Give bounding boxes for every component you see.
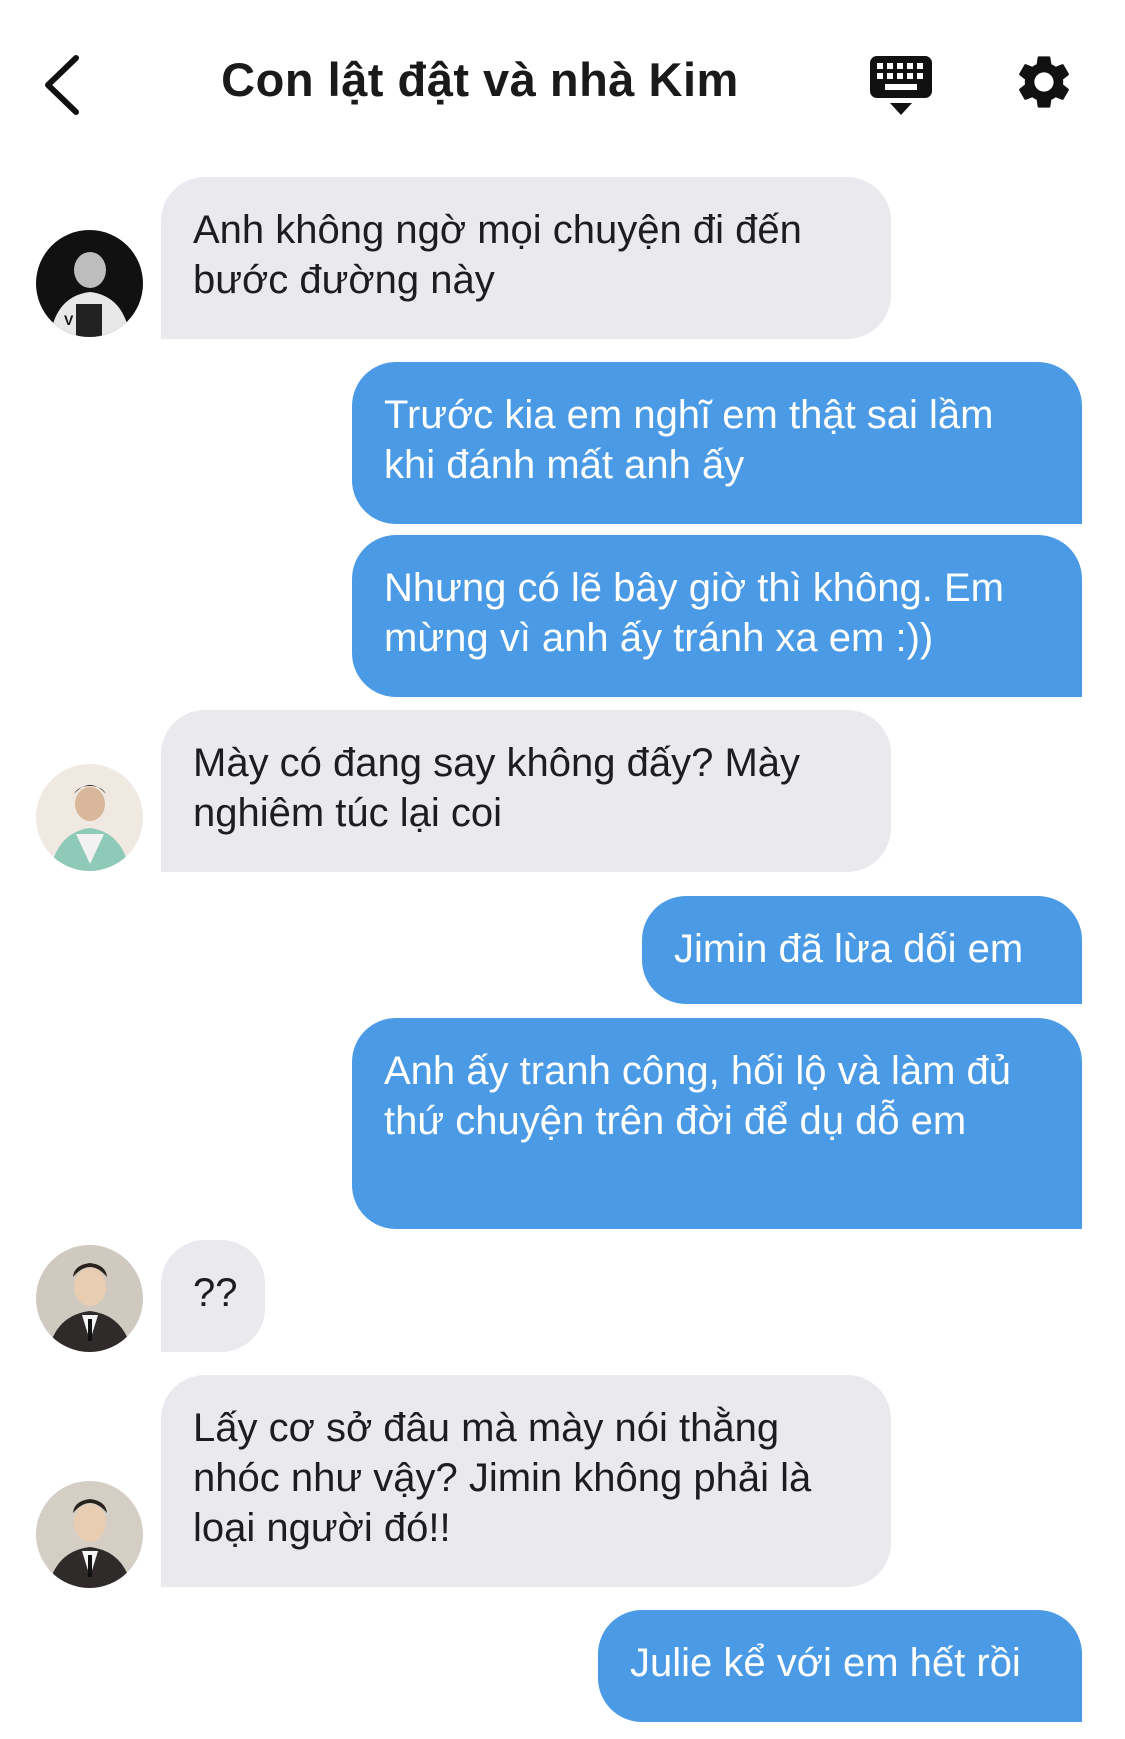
- message-bubble-outgoing: Anh ấy tranh công, hối lộ và làm đủ thứ …: [352, 1018, 1082, 1229]
- avatar[interactable]: V: [36, 230, 143, 337]
- message-bubble-outgoing: Julie kể với em hết rồi: [598, 1610, 1082, 1722]
- svg-text:V: V: [64, 312, 74, 328]
- chat-title: Con lật đật và nhà Kim: [221, 53, 739, 106]
- message-bubble-outgoing: Trước kia em nghĩ em thật sai lầm khi đá…: [352, 362, 1082, 524]
- message-bubble-outgoing: Nhưng có lẽ bây giờ thì không. Em mừng v…: [352, 535, 1082, 697]
- message-bubble-incoming: Lấy cơ sở đâu mà mày nói thằng nhóc như …: [161, 1375, 891, 1587]
- chevron-left-icon: [45, 55, 79, 115]
- keyboard-toggle-button[interactable]: [868, 54, 934, 118]
- keyboard-hide-icon: [870, 56, 932, 115]
- message-bubble-incoming: Mày có đang say không đấy? Mày nghiêm tú…: [161, 710, 891, 872]
- message-bubble-incoming: Anh không ngờ mọi chuyện đi đến bước đườ…: [161, 177, 891, 339]
- message-bubble-outgoing: Jimin đã lừa dối em: [642, 896, 1082, 1004]
- gear-icon: [1019, 56, 1069, 108]
- avatar[interactable]: [36, 764, 143, 871]
- message-bubble-incoming: ??: [161, 1240, 265, 1352]
- avatar[interactable]: [36, 1245, 143, 1352]
- chat-header: Con lật đật và nhà Kim: [0, 0, 1125, 160]
- settings-button[interactable]: [1012, 50, 1076, 114]
- avatar[interactable]: [36, 1481, 143, 1588]
- back-button[interactable]: [38, 50, 98, 120]
